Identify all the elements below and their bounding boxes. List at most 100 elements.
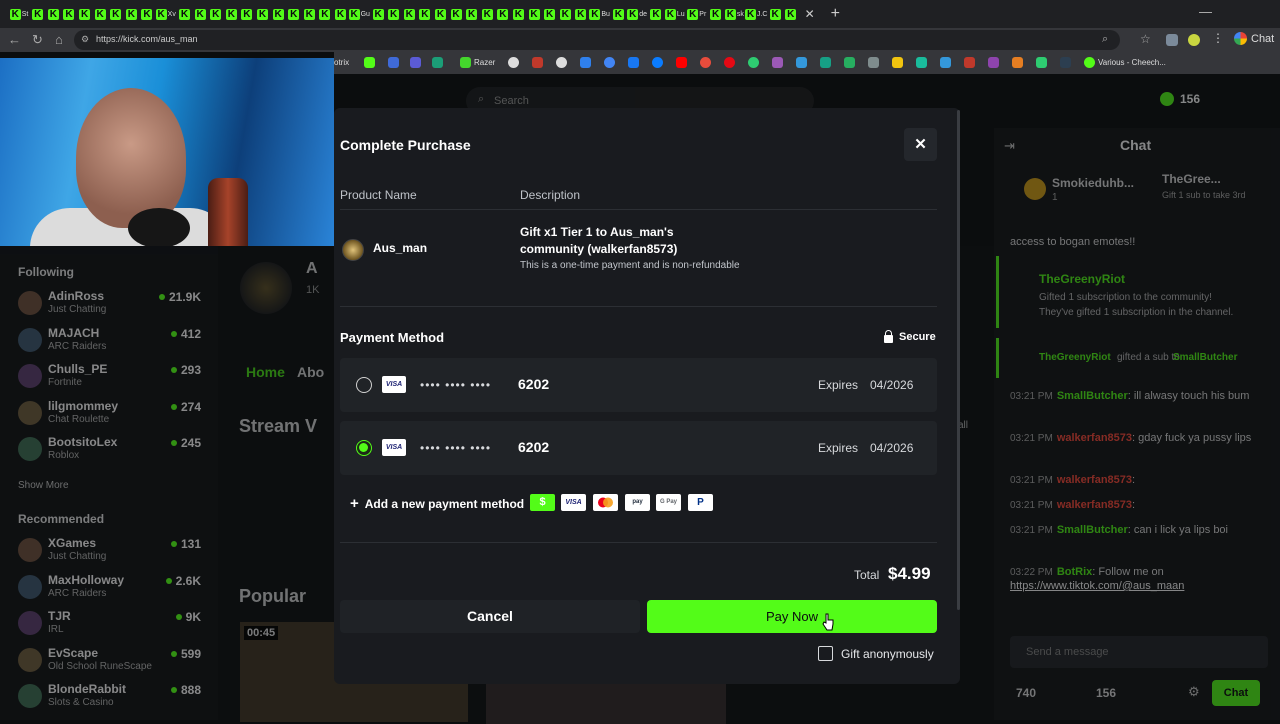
chat-link[interactable]: https://www.tiktok.com/@aus_maan (1010, 578, 1260, 594)
browser-tab[interactable]: K (708, 2, 724, 26)
browser-tab[interactable]: K (611, 2, 627, 26)
browser-tab[interactable]: K (317, 2, 333, 26)
browser-tab[interactable]: K (30, 2, 46, 26)
browser-tab[interactable]: K (526, 2, 542, 26)
leaderboard-user[interactable]: TheGree... (1162, 172, 1221, 186)
browser-tab[interactable]: K (302, 2, 318, 26)
bookmark-label[interactable]: Razer (474, 58, 495, 67)
browser-tab[interactable]: K (573, 2, 589, 26)
browser-tab[interactable]: Ksk (723, 2, 745, 26)
browser-tab[interactable]: K (77, 2, 93, 26)
tab-home[interactable]: Home (246, 364, 285, 380)
browser-tab[interactable]: K (448, 2, 464, 26)
browser-tab[interactable]: K (511, 2, 527, 26)
bookmark-icon[interactable] (1012, 57, 1023, 68)
browser-tab[interactable]: K Gu (348, 2, 370, 26)
browser-tab[interactable]: K (783, 2, 799, 26)
browser-tab[interactable]: K (139, 2, 155, 26)
browser-tab[interactable]: K (386, 2, 402, 26)
new-tab-button[interactable]: + (831, 5, 840, 23)
bookmark-icon[interactable] (988, 57, 999, 68)
bookmark-icon[interactable] (388, 57, 399, 68)
chat-send-button[interactable]: Chat (1212, 680, 1260, 706)
browser-tab[interactable]: K (557, 2, 573, 26)
browser-tab[interactable]: K (479, 2, 495, 26)
bookmark-icon[interactable] (820, 57, 831, 68)
browser-tab[interactable]: K (61, 2, 77, 26)
browser-tab[interactable]: K (124, 2, 140, 26)
browser-tab[interactable]: K (108, 2, 124, 26)
extension-icon[interactable] (1166, 34, 1178, 46)
gemini-chat-button[interactable]: Chat (1234, 32, 1274, 45)
browser-tab[interactable]: K (495, 2, 511, 26)
browser-tab[interactable]: K (417, 2, 433, 26)
chat-username[interactable]: SmallButcher (1057, 524, 1128, 536)
bookmark-icon[interactable] (364, 57, 375, 68)
bookmark-icon[interactable] (844, 57, 855, 68)
browser-tab[interactable]: K (92, 2, 108, 26)
browser-tab[interactable]: K Xv (155, 2, 177, 26)
home-icon[interactable]: ⌂ (55, 32, 63, 47)
browser-tab[interactable]: K (333, 2, 349, 26)
sidebar-channel-item[interactable]: AdinRoss Just Chatting 21.9K (18, 289, 204, 323)
browser-tab[interactable]: K (46, 2, 62, 26)
browser-tab[interactable]: K J.C (745, 2, 767, 26)
channel-avatar[interactable] (240, 262, 292, 314)
browser-tab[interactable]: K (433, 2, 449, 26)
bookmark-icon[interactable] (724, 57, 735, 68)
bookmark-icon[interactable] (580, 57, 591, 68)
bookmark-icon[interactable] (1060, 57, 1071, 68)
browser-tab[interactable]: K (370, 2, 386, 26)
bookmark-icon[interactable] (508, 57, 519, 68)
video-thumbnail[interactable] (486, 684, 726, 724)
sidebar-channel-item[interactable]: BootsitoLex Roblox 245 (18, 435, 204, 469)
gift-event-target[interactable]: SmallButcher (1173, 352, 1237, 363)
gift-anonymously-label[interactable]: Gift anonymously (841, 647, 934, 661)
bookmark-icon[interactable] (868, 57, 879, 68)
show-more-link[interactable]: Show More (18, 480, 69, 491)
collapse-chat-icon[interactable]: ⇥ (1004, 138, 1015, 154)
bookmark-icon[interactable] (892, 57, 903, 68)
card-radio-selected[interactable] (356, 440, 372, 456)
bookmark-icon[interactable] (410, 57, 421, 68)
sidebar-channel-item[interactable]: TJR IRL 9K (18, 609, 204, 643)
minimize-icon[interactable]: — (1199, 4, 1212, 19)
bookmark-icon[interactable] (700, 57, 711, 68)
browser-tab[interactable]: K Lu (664, 2, 686, 26)
browser-tab[interactable]: K (767, 2, 783, 26)
browser-tab[interactable]: K (239, 2, 255, 26)
saved-card-option[interactable]: VISA •••• •••• •••• 6202 Expires 04/2026 (340, 358, 937, 412)
gift-event-user[interactable]: TheGreenyRiot (1039, 352, 1111, 363)
bookmark-icon[interactable] (432, 57, 443, 68)
browser-tab[interactable]: K (542, 2, 558, 26)
cancel-button[interactable]: Cancel (340, 600, 640, 633)
tab-about[interactable]: Abo (297, 364, 324, 380)
menu-dots-icon[interactable]: ⋮ (1212, 31, 1224, 45)
bookmark-icon[interactable] (796, 57, 807, 68)
browser-tab[interactable]: K Pr (686, 2, 708, 26)
sidebar-channel-item[interactable]: BlondeRabbit Slots & Casino 888 (18, 682, 204, 716)
browser-tab[interactable]: K (192, 2, 208, 26)
bookmark-icon[interactable] (1084, 57, 1095, 68)
browser-tab[interactable]: K (648, 2, 664, 26)
browser-tab[interactable]: K (177, 2, 193, 26)
chat-settings-icon[interactable]: ⚙ (1188, 684, 1200, 700)
facebook-icon[interactable] (628, 57, 639, 68)
card-radio[interactable] (356, 377, 372, 393)
add-payment-method-button[interactable]: + Add a new payment method (350, 495, 524, 512)
chat-username[interactable]: walkerfan8573 (1057, 499, 1132, 511)
site-info-icon[interactable]: ⚙ (81, 34, 89, 45)
leaderboard-user[interactable]: Smokieduhb... (1052, 176, 1134, 190)
saved-card-option[interactable]: VISA •••• •••• •••• 6202 Expires 04/2026 (340, 421, 937, 475)
browser-tab[interactable]: K (286, 2, 302, 26)
chat-username[interactable]: SmallButcher (1057, 390, 1128, 402)
kicks-balance[interactable]: 156 (1160, 92, 1200, 106)
sidebar-channel-item[interactable]: XGames Just Chatting 131 (18, 536, 204, 570)
browser-tab[interactable]: K (464, 2, 480, 26)
bookmark-label[interactable]: Various - Cheech... (1098, 58, 1166, 67)
zoom-icon[interactable]: ⌕ (1102, 33, 1114, 45)
modal-scrollbar[interactable] (957, 110, 960, 610)
browser-tab[interactable]: K (270, 2, 286, 26)
bookmark-star-icon[interactable]: ☆ (1140, 32, 1152, 46)
youtube-icon[interactable] (676, 57, 687, 68)
